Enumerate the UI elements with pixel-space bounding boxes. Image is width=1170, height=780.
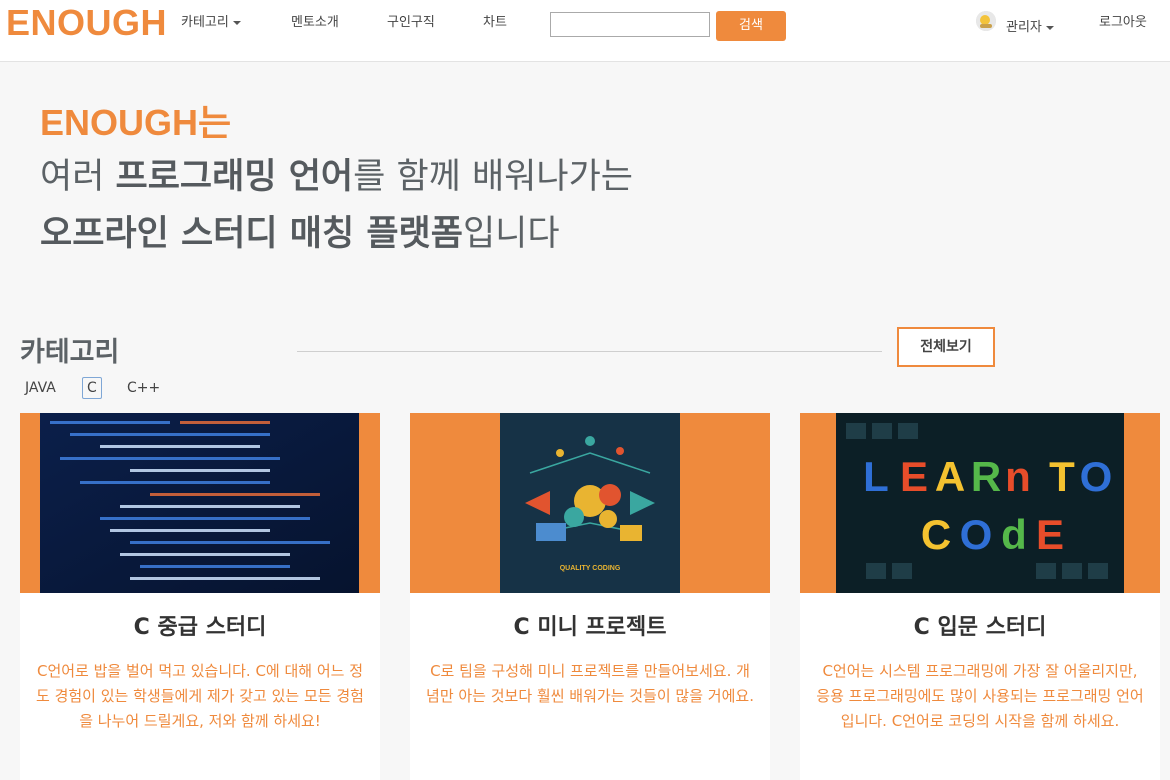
svg-text:T: T <box>1049 453 1075 500</box>
nav-item-category[interactable]: 카테고리 <box>181 11 241 30</box>
image-caption: QUALITY CODING <box>560 565 621 572</box>
card-banner: L E A R n T O C O d E <box>800 413 1160 593</box>
code-screen-image <box>40 413 359 593</box>
user-label: 관리자 <box>1006 20 1042 35</box>
search-button[interactable]: 검색 <box>716 11 786 41</box>
nav-item-chart[interactable]: 차트 <box>483 11 507 30</box>
svg-text:E: E <box>1036 511 1064 558</box>
card-description: C언어는 시스템 프로그래밍에 가장 잘 어울리지만, 응용 프로그래밍에도 많… <box>816 662 1144 730</box>
card-banner <box>20 413 380 593</box>
svg-text:n: n <box>1005 453 1031 500</box>
caret-down-icon <box>1045 25 1054 30</box>
svg-text:E: E <box>900 453 928 500</box>
svg-text:L: L <box>863 453 889 500</box>
user-avatar-icon <box>976 11 996 31</box>
tab-cpp[interactable]: C++ <box>127 380 160 396</box>
svg-text:d: d <box>1001 511 1027 558</box>
nav-item-mentors[interactable]: 멘토소개 <box>291 11 339 30</box>
search-input[interactable] <box>550 12 710 37</box>
hero-line-3: 오프라인 스터디 매칭 플랫폼입니다 <box>40 205 560 256</box>
hero-line-3-post: 입니다 <box>462 214 560 254</box>
hero-line-2: 여러 프로그래밍 언어를 함께 배워나가는 <box>40 148 633 199</box>
svg-text:C: C <box>921 511 951 558</box>
hero-line-2-bold: 프로그래밍 언어 <box>115 157 354 197</box>
learn-to-code-image: L E A R n T O C O d E <box>836 413 1124 593</box>
logo[interactable]: ENOUGH <box>6 2 167 44</box>
hero-line-3-bold: 오프라인 스터디 매칭 플랫폼 <box>40 214 463 254</box>
caret-down-icon <box>232 20 241 25</box>
study-card[interactable]: QUALITY CODING C 미니 프로젝트 C로 팀을 구성해 미니 프로… <box>410 413 770 780</box>
card-description: C로 팀을 구성해 미니 프로젝트를 만들어보세요. 개념만 아는 것보다 훨씬… <box>426 662 754 705</box>
card-title: C 입문 스터디 <box>913 615 1047 640</box>
tab-c[interactable]: C <box>82 377 102 399</box>
svg-text:O: O <box>960 511 993 558</box>
svg-text:R: R <box>971 453 1001 500</box>
user-menu[interactable]: 관리자 <box>1006 16 1054 35</box>
logout-link[interactable]: 로그아웃 <box>1099 11 1147 30</box>
card-title: C 미니 프로젝트 <box>513 615 667 640</box>
quality-coding-image: QUALITY CODING <box>500 413 680 593</box>
svg-text:A: A <box>935 453 965 500</box>
navbar: ENOUGH 카테고리 멘토소개 구인구직 차트 검색 관리자 로그아웃 <box>0 0 1170 62</box>
category-title: 카테고리 <box>20 337 120 368</box>
nav-item-label: 카테고리 <box>181 15 229 30</box>
hero-line-2-post: 를 함께 배워나가는 <box>353 157 633 197</box>
view-all-button[interactable]: 전체보기 <box>897 327 995 367</box>
divider <box>297 351 882 352</box>
card-title: C 중급 스터디 <box>133 615 267 640</box>
hero-brand: ENOUGH는 <box>40 102 232 143</box>
svg-text:O: O <box>1080 453 1113 500</box>
card-description: C언어로 밥을 벌어 먹고 있습니다. C에 대해 어느 정도 경험이 있는 학… <box>36 662 364 730</box>
study-card[interactable]: C 중급 스터디 C언어로 밥을 벌어 먹고 있습니다. C에 대해 어느 정도… <box>20 413 380 780</box>
tab-java[interactable]: JAVA <box>25 380 56 396</box>
study-card[interactable]: L E A R n T O C O d E C 입문 스터디 C언어는 시스템 … <box>800 413 1160 780</box>
nav-item-jobs[interactable]: 구인구직 <box>387 11 435 30</box>
card-banner: QUALITY CODING <box>410 413 770 593</box>
hero-line-2-pre: 여러 <box>40 157 116 197</box>
